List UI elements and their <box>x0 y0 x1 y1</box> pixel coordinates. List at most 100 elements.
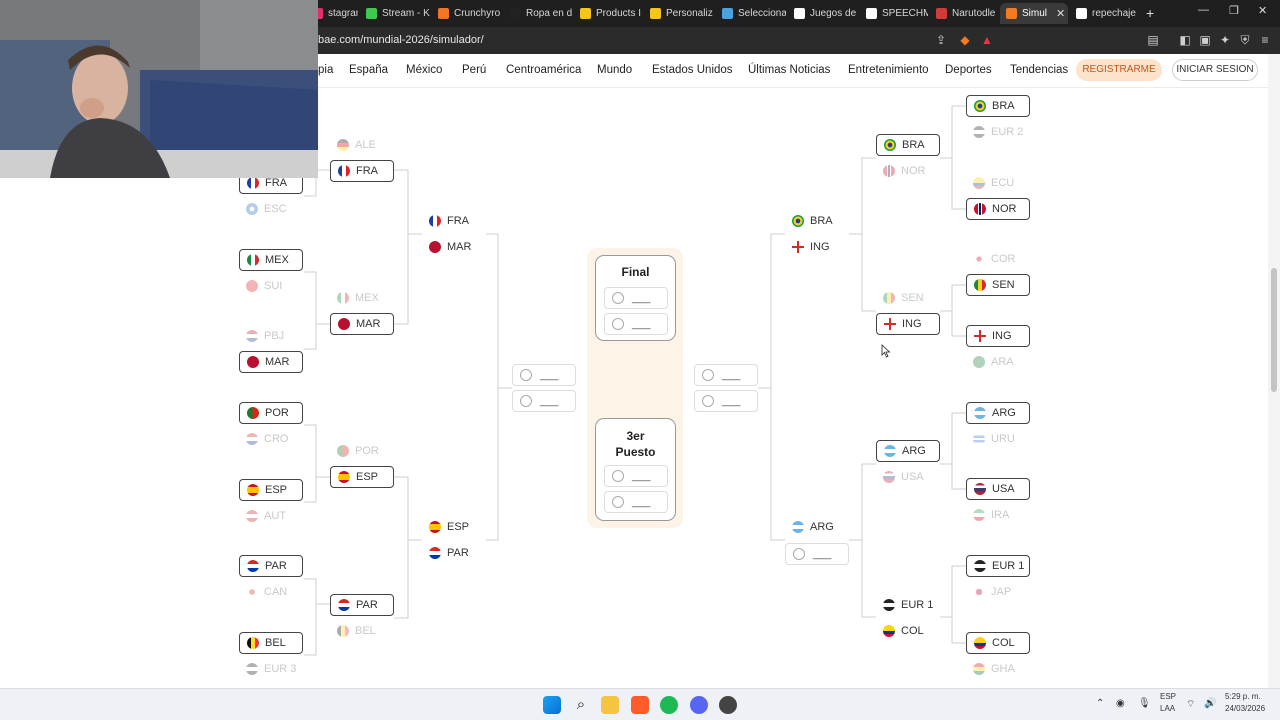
co-flag-icon <box>974 637 986 649</box>
sc-flag-icon <box>246 203 258 215</box>
volume-icon[interactable]: 🔊 <box>1204 698 1216 709</box>
team-code: ECU <box>991 177 1015 189</box>
file-explorer-icon[interactable] <box>601 696 619 714</box>
team-left-r16-par[interactable]: PAR <box>330 594 394 616</box>
semifinal-left-slot-1[interactable]: ___ <box>512 364 576 386</box>
mouse-cursor-icon <box>881 344 891 358</box>
team-right-r32-gha[interactable]: GHA <box>966 658 1030 680</box>
team-right-r16-ing[interactable]: ING <box>876 313 940 335</box>
team-code: PAR <box>356 599 378 611</box>
team-right-r32-uru[interactable]: URU <box>966 428 1030 450</box>
team-right-r32-col[interactable]: COL <box>966 632 1030 654</box>
team-left-r16-ale[interactable]: ALE <box>330 134 394 156</box>
final-slot-2[interactable]: ___ <box>604 313 668 335</box>
team-left-r16-por[interactable]: POR <box>330 440 394 462</box>
team-right-r32-ara[interactable]: ARA <box>966 351 1030 373</box>
team-right-qf-bra[interactable]: BRA <box>785 210 849 232</box>
team-right-r32-arg[interactable]: ARG <box>966 402 1030 424</box>
team-left-r32-sui[interactable]: SUI <box>239 275 303 297</box>
team-right-r32-cor[interactable]: COR <box>966 248 1030 270</box>
team-right-r16-bra[interactable]: BRA <box>876 134 940 156</box>
team-left-r16-mex[interactable]: MEX <box>330 287 394 309</box>
team-right-qf-ing[interactable]: ING <box>785 236 849 258</box>
team-left-qf-mar[interactable]: MAR <box>422 236 486 258</box>
team-left-r32-par[interactable]: PAR <box>239 555 303 577</box>
en-flag-icon <box>884 318 896 330</box>
team-left-qf-par[interactable]: PAR <box>422 542 486 564</box>
quarterfinal-right-empty-slot[interactable]: ___ <box>785 543 849 565</box>
team-right-r32-nor[interactable]: NOR <box>966 198 1030 220</box>
team-right-r16-col[interactable]: COL <box>876 620 940 642</box>
third-slot-2[interactable]: ___ <box>604 491 668 513</box>
pt-flag-icon <box>337 445 349 457</box>
team-left-r32-esp[interactable]: ESP <box>239 479 303 501</box>
team-left-r32-aut[interactable]: AUT <box>239 505 303 527</box>
team-right-r16-usa[interactable]: USA <box>876 466 940 488</box>
radio-icon[interactable] <box>702 369 714 381</box>
semifinal-left-slot-2[interactable]: ___ <box>512 390 576 412</box>
team-left-r32-mar[interactable]: MAR <box>239 351 303 373</box>
team-left-r32-cro[interactable]: CRO <box>239 428 303 450</box>
team-left-r16-mar[interactable]: MAR <box>330 313 394 335</box>
keyboard-layout[interactable]: LAA <box>1160 704 1175 713</box>
radio-icon[interactable] <box>612 470 624 482</box>
team-right-r16-sen[interactable]: SEN <box>876 287 940 309</box>
semifinal-right-slot-2[interactable]: ___ <box>694 390 758 412</box>
clock-date[interactable]: 24/03/2026 <box>1225 704 1265 713</box>
team-right-qf-arg[interactable]: ARG <box>785 516 849 538</box>
team-code: USA <box>992 483 1015 495</box>
radio-icon[interactable] <box>793 548 805 560</box>
team-right-r32-eur-2[interactable]: EUR 2 <box>966 121 1030 143</box>
slot-placeholder: ___ <box>632 292 651 304</box>
spotify-icon[interactable] <box>660 696 678 714</box>
wifi-icon[interactable]: ⌔ <box>1186 698 1195 711</box>
team-left-r32-pbj[interactable]: PBJ <box>239 325 303 347</box>
team-left-r16-fra[interactable]: FRA <box>330 160 394 182</box>
pt-flag-icon <box>247 407 259 419</box>
team-right-r32-ing[interactable]: ING <box>966 325 1030 347</box>
team-left-r32-can[interactable]: CAN <box>239 581 303 603</box>
team-left-r32-bel[interactable]: BEL <box>239 632 303 654</box>
team-right-r32-bra[interactable]: BRA <box>966 95 1030 117</box>
radio-icon[interactable] <box>520 395 532 407</box>
team-right-r32-eur-1[interactable]: EUR 1 <box>966 555 1030 577</box>
team-left-r32-mex[interactable]: MEX <box>239 249 303 271</box>
final-slot-1[interactable]: ___ <box>604 287 668 309</box>
scrollbar-thumb[interactable] <box>1271 268 1277 392</box>
team-left-qf-esp[interactable]: ESP <box>422 516 486 538</box>
radio-icon[interactable] <box>612 318 624 330</box>
discord-icon[interactable] <box>690 696 708 714</box>
team-code: MEX <box>355 292 379 304</box>
microphone-icon[interactable]: 🎙 <box>1138 698 1151 709</box>
team-right-r16-nor[interactable]: NOR <box>876 160 940 182</box>
team-left-r32-eur-3[interactable]: EUR 3 <box>239 658 303 680</box>
radio-icon[interactable] <box>612 292 624 304</box>
team-right-r32-usa[interactable]: USA <box>966 478 1030 500</box>
third-slot-1[interactable]: ___ <box>604 465 668 487</box>
team-left-r32-esc[interactable]: ESC <box>239 198 303 220</box>
team-code: ARA <box>991 356 1014 368</box>
team-right-r32-ira[interactable]: IRA <box>966 504 1030 526</box>
team-left-r32-por[interactable]: POR <box>239 402 303 424</box>
tray-overflow-icon[interactable]: ⌃ <box>1096 698 1104 709</box>
search-icon[interactable]: ⌕ <box>572 696 590 714</box>
brave-browser-icon[interactable] <box>631 696 649 714</box>
radio-icon[interactable] <box>702 395 714 407</box>
radio-icon[interactable] <box>520 369 532 381</box>
team-left-r16-bel[interactable]: BEL <box>330 620 394 642</box>
semifinal-right-slot-1[interactable]: ___ <box>694 364 758 386</box>
nl-flag-icon <box>246 330 258 342</box>
team-right-r16-arg[interactable]: ARG <box>876 440 940 462</box>
tray-app-icon[interactable]: ◉ <box>1116 698 1125 709</box>
team-right-r32-ecu[interactable]: ECU <box>966 172 1030 194</box>
clock-time[interactable]: 5:29 p. m. <box>1225 692 1261 701</box>
team-left-r16-esp[interactable]: ESP <box>330 466 394 488</box>
team-right-r16-eur-1[interactable]: EUR 1 <box>876 594 940 616</box>
steam-icon[interactable] <box>719 696 737 714</box>
team-right-r32-sen[interactable]: SEN <box>966 274 1030 296</box>
language-indicator[interactable]: ESP <box>1160 692 1176 701</box>
windows-start-icon[interactable] <box>543 696 561 714</box>
team-right-r32-jap[interactable]: JAP <box>966 581 1030 603</box>
radio-icon[interactable] <box>612 496 624 508</box>
team-left-qf-fra[interactable]: FRA <box>422 210 486 232</box>
